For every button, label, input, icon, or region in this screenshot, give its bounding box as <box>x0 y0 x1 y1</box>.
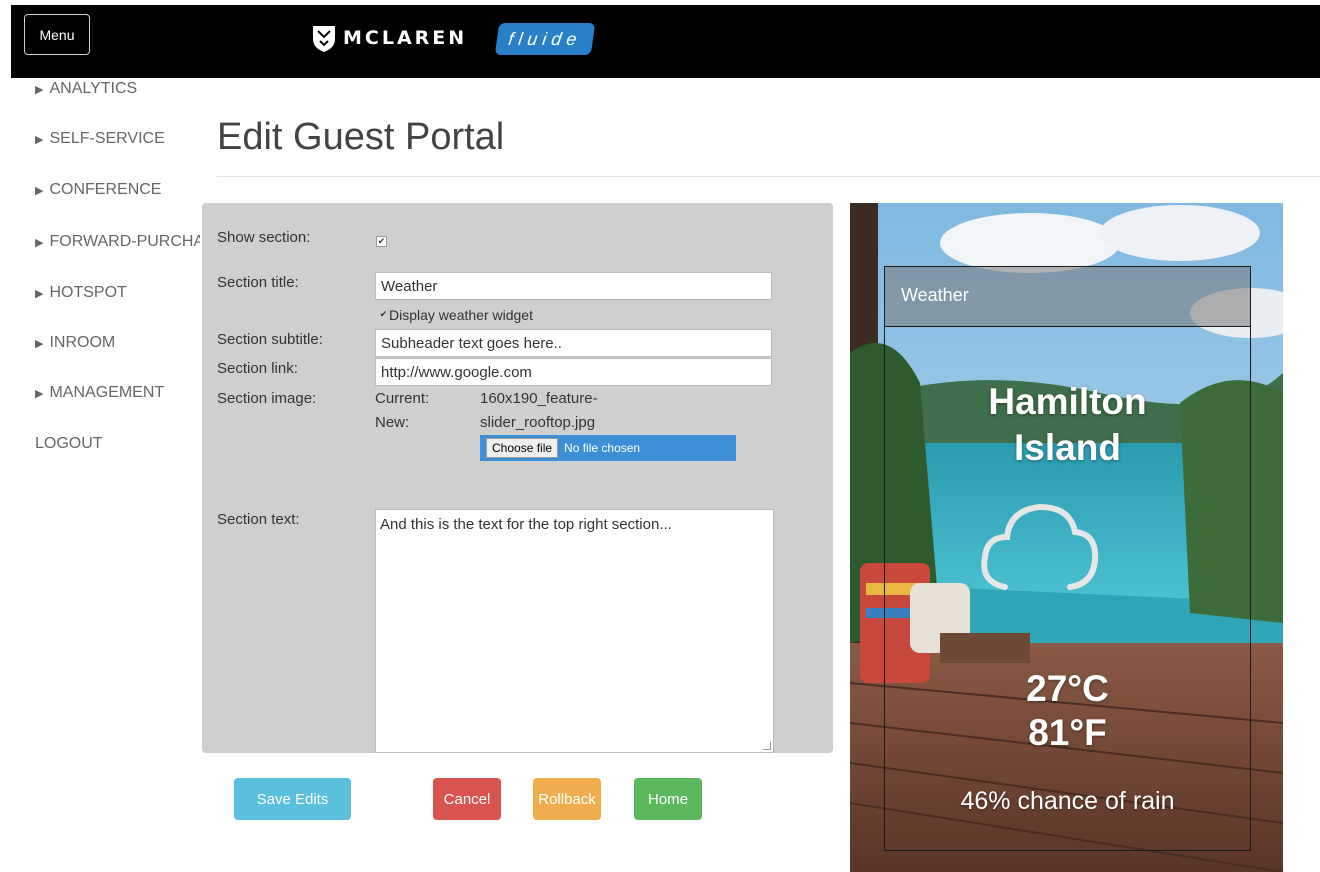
resize-handle[interactable] <box>763 742 771 750</box>
city-name-line: Hamilton <box>988 381 1147 422</box>
sidebar-item-label: ANALYTICS <box>49 80 138 97</box>
section-subtitle-input[interactable]: Subheader text goes here.. <box>375 329 772 357</box>
triangle-right-icon: ▶ <box>35 337 44 350</box>
show-section-checkbox[interactable]: ✔ <box>376 236 387 247</box>
section-link-label: Section link: <box>217 360 298 377</box>
section-link-input[interactable]: http://www.google.com <box>375 358 772 386</box>
current-image-filename-cont: slider_rooftop.jpg <box>480 414 596 431</box>
sidebar-item-label: MANAGEMENT <box>49 384 165 401</box>
section-text-textarea[interactable]: And this is the text for the top right s… <box>375 509 774 753</box>
crest-icon <box>313 26 335 52</box>
display-weather-checkbox[interactable]: ✔ <box>378 310 389 321</box>
divider <box>217 176 1320 177</box>
section-subtitle-label: Section subtitle: <box>217 331 323 348</box>
triangle-right-icon: ▶ <box>35 236 44 249</box>
sidebar-item-management[interactable]: ▶ MANAGEMENT <box>35 382 200 404</box>
triangle-right-icon: ▶ <box>35 133 44 146</box>
display-weather-label: Display weather widget <box>389 307 533 323</box>
sidebar-item-label: SELF-SERVICE <box>49 130 165 147</box>
cancel-button[interactable]: Cancel <box>433 778 501 820</box>
sidebar-item-forward-purchase[interactable]: ▶ FORWARD-PURCHAS <box>35 231 200 253</box>
triangle-right-icon: ▶ <box>35 83 44 96</box>
triangle-right-icon: ▶ <box>35 184 44 197</box>
temperature-fahrenheit: 81°F <box>1028 712 1107 753</box>
rain-chance: 46% chance of rain <box>960 787 1175 815</box>
sidebar-item-label: INROOM <box>49 334 116 351</box>
sidebar-item-conference[interactable]: ▶ CONFERENCE <box>35 179 200 201</box>
show-section-label: Show section: <box>217 229 311 246</box>
city-name: Hamilton Island <box>885 379 1250 471</box>
section-text-label: Section text: <box>217 511 300 528</box>
brand-text: MCLAREN <box>343 27 468 49</box>
sidebar-item-self-service[interactable]: ▶ SELF-SERVICE <box>35 128 200 150</box>
sidebar-item-label: CONFERENCE <box>49 181 162 198</box>
section-title-label: Section title: <box>217 274 299 291</box>
weather-widget: Weather Hamilton Island 27°C 81°F 46% ch… <box>884 266 1251 851</box>
new-image-label: New: <box>375 414 410 431</box>
choose-file-button[interactable]: Choose file <box>486 438 559 458</box>
home-button[interactable]: Home <box>634 778 702 820</box>
triangle-right-icon: ▶ <box>35 287 44 300</box>
section-title-input[interactable]: Weather <box>375 272 772 300</box>
sidebar-item-label: FORWARD-PURCHAS <box>49 233 200 250</box>
no-file-chosen-text: No file chosen <box>564 441 641 455</box>
cloud-icon <box>981 503 1099 590</box>
section-image-label: Section image: <box>217 390 317 407</box>
fluide-logo[interactable]: fluide <box>494 23 596 55</box>
triangle-right-icon: ▶ <box>35 387 44 400</box>
current-image-label: Current: <box>375 390 430 407</box>
sidebar-item-analytics[interactable]: ▶ ANALYTICS <box>35 78 200 100</box>
sidebar-item-hotspot[interactable]: ▶ HOTSPOT <box>35 282 200 304</box>
page-title: Edit Guest Portal <box>217 116 505 158</box>
sidebar-item-label: LOGOUT <box>35 435 103 452</box>
file-upload-field: Choose file No file chosen <box>480 435 736 461</box>
mclaren-logo[interactable]: MCLAREN <box>311 21 467 55</box>
rollback-button[interactable]: Rollback <box>533 778 601 820</box>
menu-button[interactable]: Menu <box>24 14 90 55</box>
city-name-line: Island <box>1014 427 1121 468</box>
top-bar: Menu MCLAREN fluide <box>11 5 1320 78</box>
weather-widget-header: Weather <box>885 267 1250 327</box>
temperature-celsius: 27°C <box>1026 668 1109 709</box>
save-edits-button[interactable]: Save Edits <box>234 778 351 820</box>
section-text-value: And this is the text for the top right s… <box>380 516 672 533</box>
portal-preview: Weather Hamilton Island 27°C 81°F 46% ch… <box>850 203 1283 872</box>
current-image-filename: 160x190_feature- <box>480 390 598 407</box>
temperature: 27°C 81°F <box>885 667 1250 755</box>
sidebar-item-logout[interactable]: LOGOUT <box>35 433 200 455</box>
sidebar-item-inroom[interactable]: ▶ INROOM <box>35 332 200 354</box>
sidebar-item-label: HOTSPOT <box>49 284 127 301</box>
